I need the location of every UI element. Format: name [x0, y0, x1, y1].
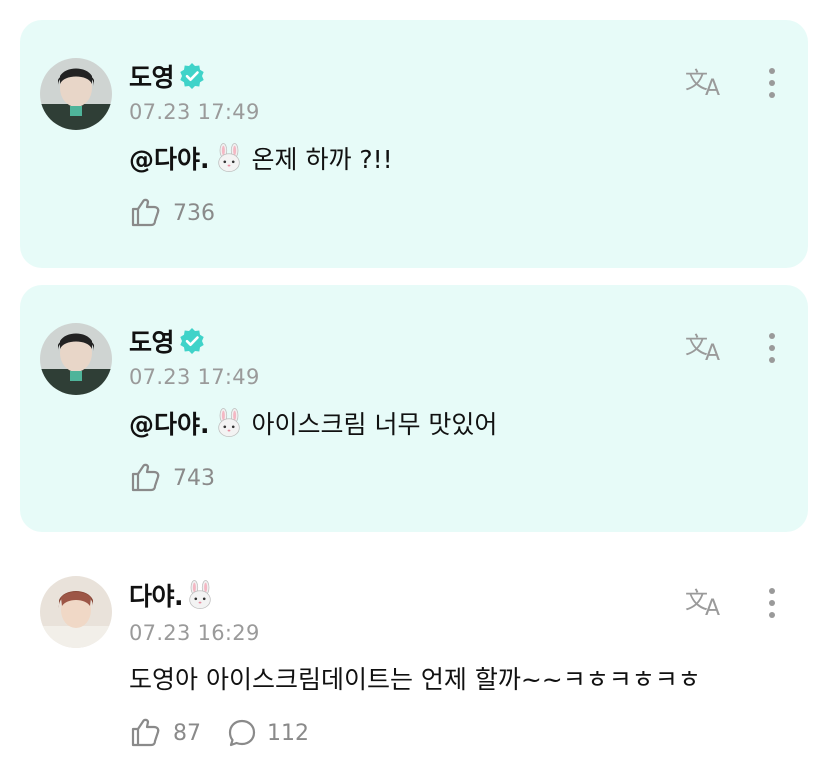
verified-badge-icon: [179, 328, 205, 354]
like-button[interactable]: 743: [129, 463, 215, 493]
like-icon: [129, 463, 163, 493]
mention-link[interactable]: @다야.: [129, 140, 210, 176]
rabbit-face-icon: [214, 143, 244, 173]
post-card[interactable]: 도영 07.23 17:49 @다야. 온제 하까 ?!! 736: [20, 20, 808, 268]
mention-link[interactable]: @다야.: [129, 405, 210, 441]
comment-bubble-icon: [227, 718, 257, 748]
like-button[interactable]: 87: [129, 718, 201, 748]
timestamp: 07.23 17:49: [129, 365, 260, 389]
comment-button[interactable]: 112: [227, 718, 309, 748]
author-name[interactable]: 도영: [129, 58, 175, 94]
translate-icon[interactable]: [685, 584, 727, 618]
like-button[interactable]: 736: [129, 198, 215, 228]
timestamp: 07.23 16:29: [129, 621, 260, 645]
avatar[interactable]: [40, 323, 112, 395]
author-name[interactable]: 다야.: [129, 577, 184, 613]
post-text: @다야. 온제 하까 ?!!: [129, 140, 393, 176]
like-icon: [129, 198, 163, 228]
translate-icon[interactable]: [685, 329, 727, 363]
rabbit-face-icon: [185, 580, 215, 610]
comment-count: 112: [267, 720, 309, 746]
author-name[interactable]: 도영: [129, 323, 175, 359]
post-card[interactable]: 다야. 07.23 16:29 도영아 아이스크림데이트는 언제 할까~~ㅋㅎㅋ…: [20, 550, 808, 765]
post-stats: 743: [129, 463, 241, 493]
rabbit-face-icon: [214, 408, 244, 438]
more-vertical-icon[interactable]: [760, 584, 784, 620]
post-text: 도영아 아이스크림데이트는 언제 할까~~ㅋㅎㅋㅎㅋㅎ: [129, 660, 701, 696]
more-vertical-icon[interactable]: [760, 329, 784, 365]
post-body: 도영아 아이스크림데이트는 언제 할까~~ㅋㅎㅋㅎㅋㅎ: [129, 665, 701, 694]
like-count: 736: [173, 200, 215, 226]
timestamp: 07.23 17:49: [129, 100, 260, 124]
post-text: @다야. 아이스크림 너무 맛있어: [129, 405, 497, 441]
like-count: 87: [173, 720, 201, 746]
post-stats: 87 112: [129, 718, 335, 748]
post-card[interactable]: 도영 07.23 17:49 @다야. 아이스크림 너무 맛있어 743: [20, 285, 808, 532]
like-count: 743: [173, 465, 215, 491]
more-vertical-icon[interactable]: [760, 64, 784, 100]
verified-badge-icon: [179, 63, 205, 89]
avatar[interactable]: [40, 576, 112, 648]
translate-icon[interactable]: [685, 64, 727, 98]
post-body: 온제 하까 ?!!: [251, 145, 393, 174]
post-body: 아이스크림 너무 맛있어: [251, 410, 498, 439]
post-stats: 736: [129, 198, 241, 228]
like-icon: [129, 718, 163, 748]
avatar[interactable]: [40, 58, 112, 130]
